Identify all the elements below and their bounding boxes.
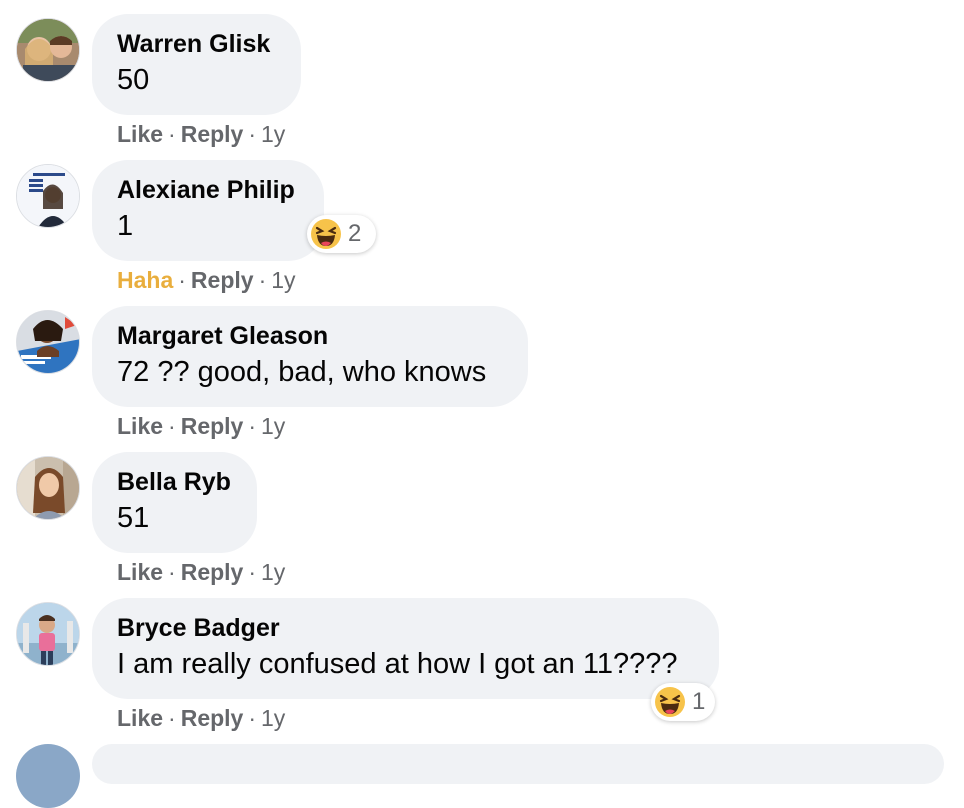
outdoor-photo-avatar [17, 603, 79, 665]
comment-timestamp[interactable]: 1y [261, 705, 285, 731]
avatar[interactable] [16, 164, 80, 228]
reply-button[interactable]: Reply [181, 559, 244, 585]
comment-bubble: Alexiane Philip 1 [92, 160, 324, 261]
comment-actions: Like · Reply · 1y [117, 557, 285, 587]
separator: · [258, 267, 267, 293]
comment-timestamp[interactable]: 1y [261, 559, 285, 585]
comment-bubble: Bella Ryb 51 [92, 452, 257, 553]
like-button[interactable]: Like [117, 121, 163, 147]
comment-actions: Like · Reply · 1y [117, 703, 285, 733]
avatar[interactable] [16, 602, 80, 666]
separator: · [168, 705, 176, 731]
comment-author[interactable]: Warren Glisk [117, 28, 276, 60]
separator: · [168, 559, 176, 585]
previous-comment-meta-fragment: ··· [230, 0, 320, 4]
avatar[interactable] [16, 456, 80, 520]
comment-timestamp[interactable]: 1y [271, 267, 295, 293]
comment-actions: Like · Reply · 1y [117, 119, 285, 149]
reply-button[interactable]: Reply [181, 121, 244, 147]
comment-timestamp[interactable]: 1y [261, 121, 285, 147]
reply-button[interactable]: Reply [181, 705, 244, 731]
comment-actions: Like · Reply · 1y [117, 411, 285, 441]
avatar[interactable] [16, 310, 80, 374]
comment-text: 72 ?? good, bad, who knows [117, 356, 487, 388]
comment-timestamp[interactable]: 1y [261, 413, 285, 439]
separator: · [168, 121, 176, 147]
comment-text: I am really confused at how I got an 11?… [117, 648, 678, 680]
like-button[interactable]: Like [117, 705, 163, 731]
comment-bubble: Warren Glisk 50 [92, 14, 301, 115]
reaction-summary[interactable]: 1 [651, 683, 715, 721]
festival-poster-avatar [17, 165, 79, 227]
separator: · [248, 705, 257, 731]
like-button[interactable]: Like [117, 559, 163, 585]
portrait-photo-avatar [17, 457, 79, 519]
comment-author[interactable]: Bryce Badger [117, 612, 694, 644]
couple-photo-avatar [17, 19, 79, 81]
comment-bubble: Bryce Badger I am really confused at how… [92, 598, 719, 699]
avatar[interactable] [16, 18, 80, 82]
separator: · [178, 267, 186, 293]
comment-author[interactable]: Alexiane Philip [117, 174, 299, 206]
reaction-count: 2 [348, 220, 362, 247]
comment-actions: Haha · Reply · 1y [117, 265, 296, 295]
reaction-count: 1 [692, 688, 706, 715]
haha-reaction-button[interactable]: Haha [117, 267, 173, 293]
comment-text: 1 [117, 210, 134, 242]
reaction-summary[interactable]: 2 [307, 215, 376, 253]
profile-photo-avatar [17, 311, 79, 373]
comment-bubble [92, 744, 944, 784]
avatar[interactable] [16, 744, 80, 808]
reply-button[interactable]: Reply [181, 413, 244, 439]
comment-author[interactable]: Bella Ryb [117, 466, 232, 498]
separator: · [248, 121, 257, 147]
separator: · [248, 413, 257, 439]
haha-emoji-icon [655, 687, 685, 717]
reply-button[interactable]: Reply [191, 267, 254, 293]
separator: · [168, 413, 176, 439]
comment-text: 50 [117, 64, 150, 96]
haha-emoji-icon [311, 219, 341, 249]
like-button[interactable]: Like [117, 413, 163, 439]
comment-author[interactable]: Margaret Gleason [117, 320, 503, 352]
separator: · [248, 559, 257, 585]
comment-text: 51 [117, 502, 150, 534]
comment-bubble: Margaret Gleason 72 ?? good, bad, who kn… [92, 306, 528, 407]
